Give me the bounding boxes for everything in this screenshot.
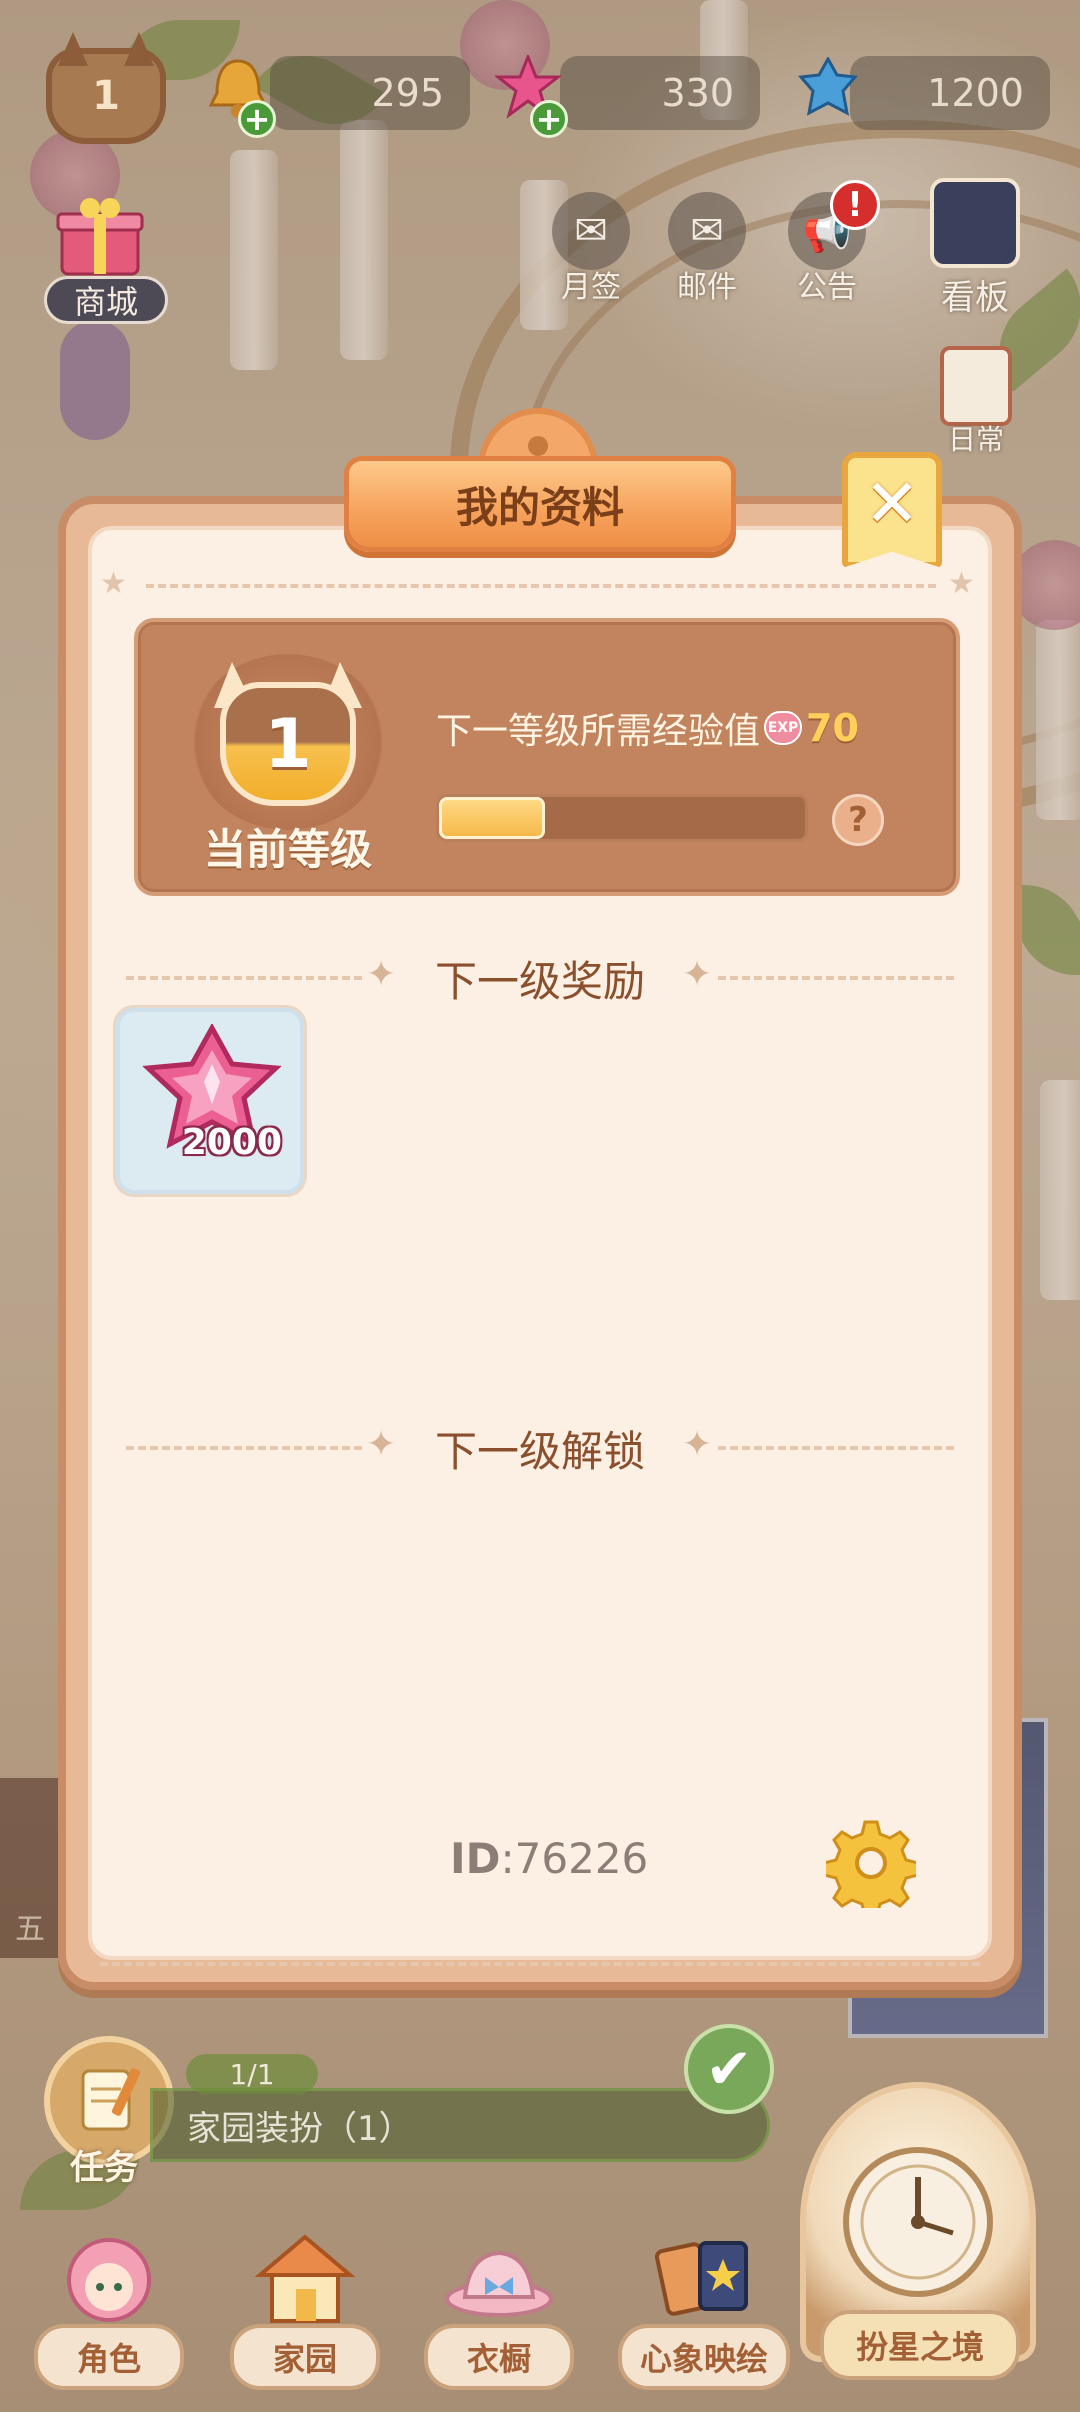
help-button[interactable]: ? <box>832 794 884 846</box>
nav-character-label: 角色 <box>34 2324 184 2390</box>
reward-divider-right <box>718 976 954 980</box>
task-complete-check-icon[interactable]: ✔ <box>684 2024 774 2114</box>
pink-gem-currency-display: 330 <box>560 56 760 130</box>
daily-button[interactable]: 日常 <box>940 346 1012 458</box>
dialog-top-divider <box>146 584 936 588</box>
bell-add-button[interactable]: + <box>238 100 276 138</box>
board-button[interactable]: 看板 <box>930 178 1020 319</box>
player-id-value: 76226 <box>514 1834 649 1883</box>
task-count-badge: 1/1 <box>186 2054 318 2094</box>
blue-crystal-currency-value: 1200 <box>927 71 1024 115</box>
dialog-bottom-divider <box>100 1962 980 1966</box>
nav-cards-label: 心象映绘 <box>618 2324 791 2390</box>
monthly-checkin-button[interactable]: ✉ 月签 <box>552 192 630 306</box>
cat-head-icon: 1 <box>220 682 356 806</box>
blue-crystal-icon <box>790 50 866 126</box>
question-mark-icon: ? <box>848 800 868 840</box>
pink-gem-add-button[interactable]: + <box>530 100 568 138</box>
player-id: ID:76226 <box>450 1834 648 1883</box>
nav-wardrobe-button[interactable]: 衣橱 <box>424 2220 574 2390</box>
mail-label: 邮件 <box>677 270 737 305</box>
nav-wardrobe-label: 衣橱 <box>424 2324 574 2390</box>
notice-alert-badge: ! <box>830 180 880 230</box>
star-realm-label: 扮星之境 <box>820 2310 1020 2380</box>
current-level-label: 当前等级 <box>203 825 372 874</box>
level-info-panel: 1 当前等级 下一等级所需经验值 EXP 70 ? <box>134 618 960 896</box>
star-ornament-icon: ✦ <box>682 954 713 995</box>
task-description: 家园装扮（1） <box>187 2108 413 2149</box>
reward-item[interactable]: 2000 <box>116 1008 304 1194</box>
gift-box-icon <box>40 190 160 280</box>
pink-gem-currency-value: 330 <box>661 71 734 115</box>
next-exp-label: 下一等级所需经验值 <box>436 711 761 752</box>
star-ornament-icon: ✦ <box>682 1424 713 1465</box>
nav-cards-button[interactable]: 心象映绘 <box>618 2220 791 2390</box>
gear-icon <box>826 1820 916 1908</box>
notice-button[interactable]: 📢 ! 公告 <box>788 180 880 306</box>
reward-amount: 2000 <box>181 1122 282 1163</box>
nav-home-button[interactable]: 家园 <box>230 2220 380 2390</box>
close-icon: ✕ <box>864 464 920 542</box>
top-bar: 1 295 + 330 + 1200 <box>0 0 1080 170</box>
task-label: 任务 <box>70 2148 138 2188</box>
character-icon <box>44 2220 174 2340</box>
next-level-exp-row: 下一等级所需经验值 EXP 70 <box>436 702 859 754</box>
exp-heart-icon: EXP <box>764 711 803 745</box>
megaphone-icon: 📢 ! <box>788 180 880 270</box>
bell-currency-display: 295 <box>270 56 470 130</box>
player-id-label: ID <box>450 1834 501 1883</box>
blue-crystal-currency-display: 1200 <box>850 56 1050 130</box>
task-progress-bar[interactable]: 家园装扮（1） <box>150 2088 770 2162</box>
shop-button[interactable] <box>40 190 160 280</box>
clipboard-icon <box>940 346 1012 426</box>
mail-button[interactable]: ✉ 邮件 <box>668 192 746 306</box>
id-separator: : <box>500 1834 515 1883</box>
envelope-icon: ✉ <box>552 192 630 270</box>
dialog-title: 我的资料 <box>344 456 736 552</box>
star-ornament-icon: ★ <box>100 566 127 601</box>
board-label: 看板 <box>941 278 1009 318</box>
next-exp-value: 70 <box>806 706 859 750</box>
unlock-divider-right <box>718 1446 954 1450</box>
shop-label[interactable]: 商城 <box>44 276 168 324</box>
current-level-badge: 1 <box>190 654 386 830</box>
character-portrait-icon <box>930 178 1020 268</box>
current-level-value: 1 <box>264 704 312 784</box>
cards-icon <box>639 2220 769 2340</box>
nav-character-button[interactable]: 角色 <box>34 2220 184 2390</box>
player-level-value: 1 <box>92 73 120 119</box>
nav-home-label: 家园 <box>230 2324 380 2390</box>
bell-currency-value: 295 <box>371 71 444 115</box>
task-notepad-icon <box>81 2068 141 2131</box>
player-level-badge[interactable]: 1 <box>46 48 166 144</box>
clock-icon <box>843 2147 993 2297</box>
settings-gear-button[interactable] <box>826 1818 916 1908</box>
exp-progress-fill <box>439 797 546 839</box>
daily-label: 日常 <box>947 423 1004 456</box>
monthly-checkin-label: 月签 <box>561 270 621 305</box>
star-ornament-icon: ★ <box>948 566 975 601</box>
exp-progress-bar <box>436 794 808 842</box>
home-icon <box>240 2220 370 2340</box>
wardrobe-icon <box>434 2220 564 2340</box>
mail-icon: ✉ <box>668 192 746 270</box>
close-button[interactable]: ✕ <box>842 452 942 568</box>
